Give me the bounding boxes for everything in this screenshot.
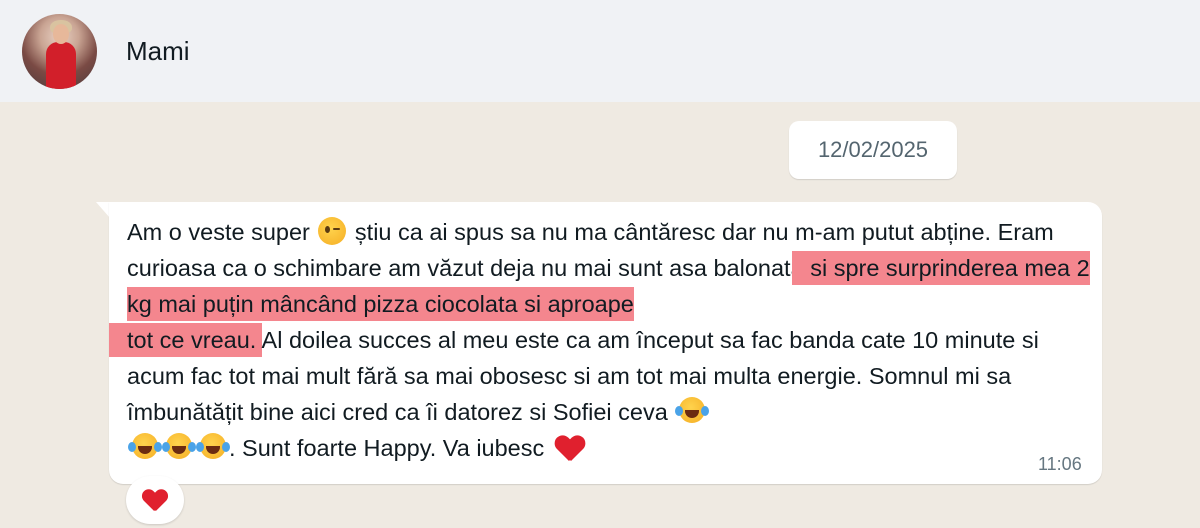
winking-face-icon (318, 217, 347, 245)
reaction-badge[interactable] (126, 476, 184, 524)
tears-of-joy-icon (196, 432, 230, 462)
avatar-figure (46, 41, 76, 89)
tears-of-joy-icon (128, 432, 162, 462)
contact-name[interactable]: Mami (126, 36, 190, 67)
tears-of-joy-icon (162, 432, 196, 462)
chat-header: Mami (0, 0, 1200, 102)
date-chip: 12/02/2025 (789, 121, 957, 179)
tears-of-joy-icon (675, 396, 710, 426)
avatar-head (53, 23, 69, 44)
message-text: Am o veste super știu ca ai spus sa nu m… (127, 214, 1092, 466)
message-part-3: Al doilea succes al meu este ca am încep… (127, 327, 1039, 425)
red-heart-icon (555, 434, 585, 462)
message-timestamp: 11:06 (1038, 454, 1082, 474)
message-part-4: . Sunt foarte Happy. Va iubesc (229, 435, 551, 461)
message-part-1: Am o veste super (127, 219, 317, 245)
highlighted-text-2: tot ce vreau. (127, 323, 257, 357)
reaction-heart-icon (142, 488, 168, 512)
contact-avatar[interactable] (22, 13, 97, 89)
bubble-tail (96, 202, 110, 218)
